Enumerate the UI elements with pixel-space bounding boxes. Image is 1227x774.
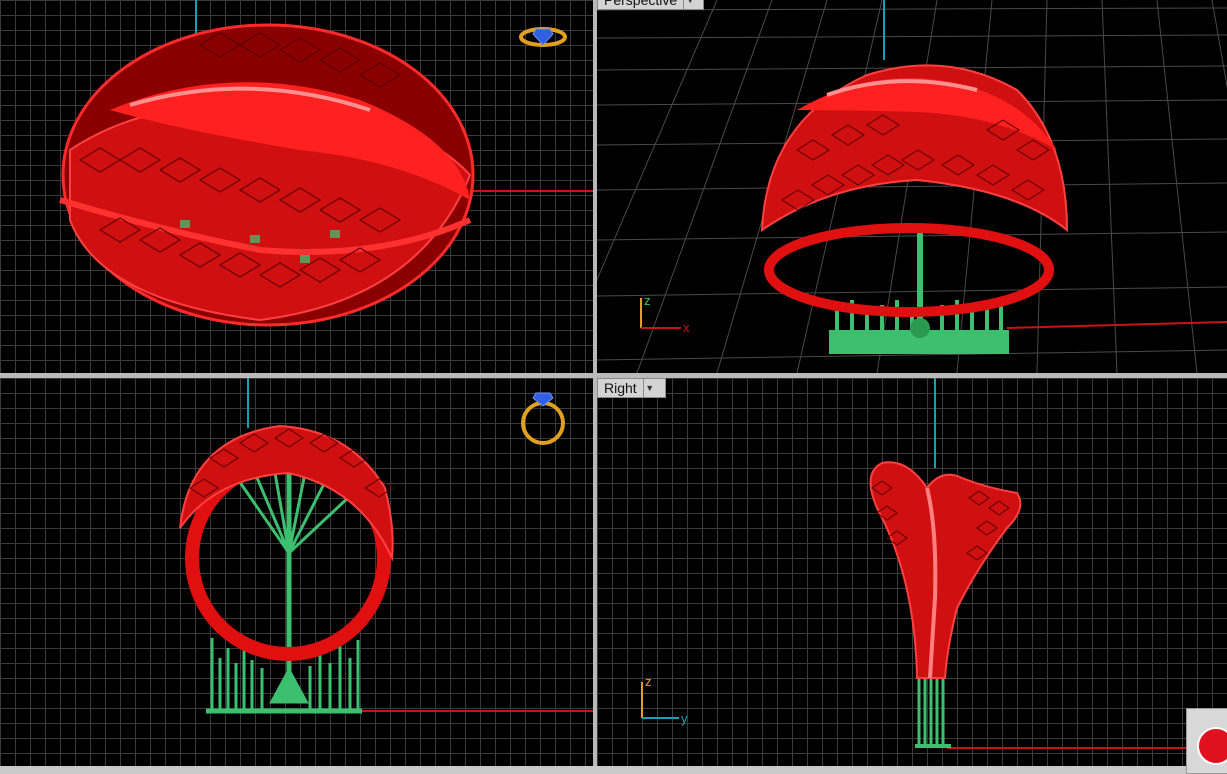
viewport-label-text: Right	[604, 380, 637, 396]
status-strip	[0, 766, 1227, 774]
top-viewport-canvas	[59, 0, 593, 327]
support-base-right[interactable]	[915, 678, 951, 748]
axis-indicator-perspective: z x	[640, 293, 690, 335]
record-button[interactable]	[1186, 708, 1227, 774]
support-tree-front[interactable]	[206, 467, 362, 714]
right-viewport-canvas: z y	[641, 378, 1227, 749]
record-icon	[1197, 727, 1227, 765]
axis-label-x: x	[683, 320, 690, 335]
perspective-viewport[interactable]: z x Perspective ▼	[597, 0, 1227, 373]
axis-label-z: z	[645, 674, 652, 689]
axis-label-y: y	[681, 711, 688, 726]
front-viewport[interactable]	[0, 378, 593, 766]
viewport-divider-vertical[interactable]	[593, 0, 597, 774]
viewport-label-perspective[interactable]: Perspective ▼	[597, 0, 704, 10]
viewport-divider-horizontal[interactable]	[0, 373, 1227, 378]
axis-label-z: z	[644, 293, 651, 308]
front-viewport-canvas	[179, 378, 593, 714]
axis-indicator-right: z y	[641, 674, 688, 726]
ring-model-right[interactable]	[869, 461, 1022, 679]
viewport-label-text: Perspective	[604, 0, 678, 8]
x-axis-line	[1006, 321, 1227, 329]
top-viewport[interactable]	[0, 0, 593, 373]
perspective-canvas: z x	[597, 0, 1227, 373]
ring-model-top[interactable]	[59, 23, 475, 327]
ring-model-perspective[interactable]	[760, 64, 1069, 317]
ring-top-view-icon[interactable]	[519, 27, 567, 47]
chevron-down-icon[interactable]: ▼	[683, 0, 696, 9]
viewport-label-right[interactable]: Right ▼	[597, 378, 666, 398]
chevron-down-icon[interactable]: ▼	[642, 379, 656, 397]
ring-front-view-icon[interactable]	[521, 392, 565, 445]
right-viewport[interactable]: z y Right ▼	[597, 378, 1227, 766]
